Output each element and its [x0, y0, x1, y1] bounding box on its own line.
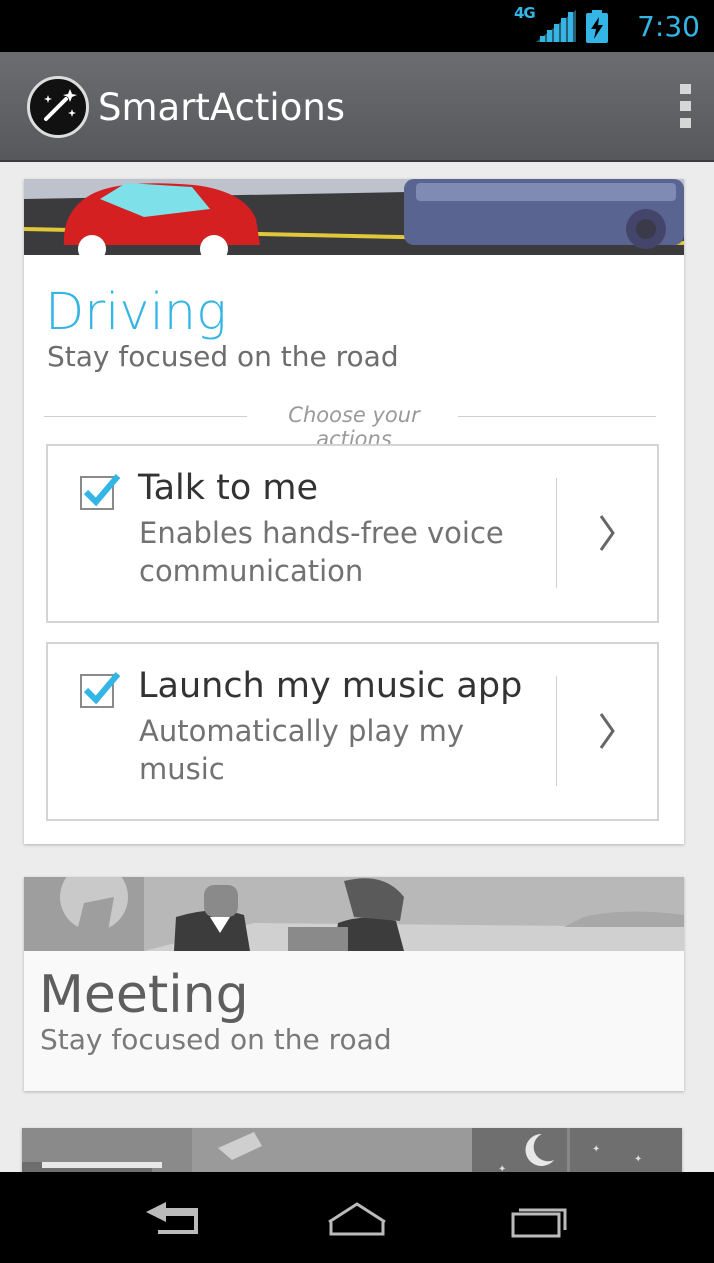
item-separator [556, 676, 557, 786]
navigation-bar [0, 1172, 714, 1263]
overflow-menu-icon[interactable] [680, 84, 692, 128]
chevron-right-icon[interactable] [596, 706, 620, 756]
back-icon[interactable] [132, 1194, 212, 1244]
card-title: Driving [45, 283, 227, 342]
action-description: Automatically play my music [139, 714, 465, 786]
driving-card[interactable]: Driving Stay focused on the road Choose … [24, 179, 684, 844]
divider-line-left [44, 416, 247, 417]
action-label: Launch my music app [138, 666, 523, 706]
chevron-right-icon[interactable] [596, 508, 620, 558]
signal-icon [536, 10, 576, 42]
driving-banner-image [24, 179, 684, 255]
clock: 7:30 [637, 10, 700, 43]
item-separator [556, 478, 557, 588]
action-item-launch-music[interactable]: Launch my music app Automatically play m… [46, 642, 659, 821]
meeting-banner-image [24, 877, 684, 951]
status-bar: 4G 7:30 [0, 0, 714, 52]
recent-apps-icon[interactable] [497, 1194, 577, 1244]
action-label: Talk to me [138, 468, 319, 508]
network-type: 4G [514, 4, 536, 22]
action-description: Enables hands-free voice communication [139, 516, 504, 588]
checkmark-icon [83, 672, 121, 705]
checkbox[interactable] [80, 474, 121, 510]
checkmark-icon [83, 474, 121, 507]
svg-text:✦: ✦ [592, 1144, 600, 1155]
home-icon[interactable] [317, 1194, 397, 1244]
battery-charging-icon [586, 10, 608, 43]
svg-text:✦: ✦ [634, 1154, 642, 1165]
action-item-talk-to-me[interactable]: Talk to me Enables hands-free voice comm… [46, 444, 659, 623]
magic-wand-icon [44, 89, 77, 121]
meeting-card[interactable]: Meeting Stay focused on the road [24, 877, 684, 1091]
card-title: Meeting [39, 965, 249, 1025]
divider-line-right [458, 416, 656, 417]
app-logo[interactable] [27, 76, 89, 138]
action-bar: SmartActions [0, 52, 714, 162]
checkbox[interactable] [80, 672, 121, 708]
app-title: SmartActions [98, 86, 346, 129]
card-subtitle: Stay focused on the road [47, 340, 399, 373]
card-subtitle: Stay focused on the road [40, 1023, 392, 1056]
